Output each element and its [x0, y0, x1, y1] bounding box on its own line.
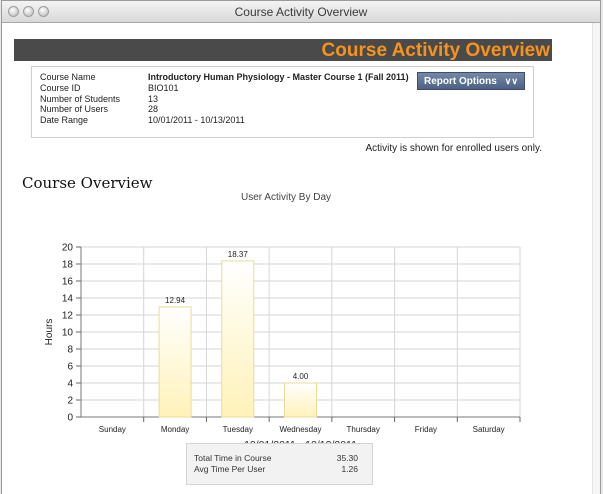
- y-axis-label: Hours: [44, 319, 55, 346]
- num-students-value: 13: [148, 93, 159, 104]
- app-window: Course Activity Overview Course Activity…: [1, 0, 601, 494]
- avg-time-label: Avg Time Per User: [194, 464, 266, 474]
- total-time-label: Total Time in Course: [194, 453, 272, 463]
- date-range-label: Date Range: [40, 115, 89, 126]
- report-header: Course Activity Overview: [14, 39, 552, 61]
- avg-time-row: Avg Time Per User 1.26: [194, 464, 358, 474]
- x-tick-label: Friday: [415, 425, 437, 434]
- y-tick-label: 16: [62, 277, 74, 288]
- x-tick-label: Tuesday: [223, 425, 253, 434]
- y-tick-label: 2: [67, 396, 73, 407]
- y-tick-label: 4: [67, 379, 73, 390]
- y-tick-label: 20: [62, 243, 74, 254]
- user-activity-chart: 0 2 4 6 8 10 12 14 16 18 20 Sunday 12.94 Monday 18.37 T…: [44, 243, 521, 443]
- info-labels: Course Name Course ID Number of Students…: [40, 72, 120, 126]
- y-tick-label: 10: [62, 328, 74, 339]
- bar-value-label: 12.94: [165, 296, 186, 305]
- report-options-label: Report Options: [424, 75, 497, 87]
- section-title: Course Overview: [22, 174, 153, 192]
- course-id-label: Course ID: [40, 82, 81, 93]
- num-users-label: Number of Users: [40, 104, 109, 115]
- x-tick-label: Sunday: [99, 425, 126, 434]
- avg-time-value: 1.26: [341, 464, 358, 474]
- bar-value-label: 18.37: [228, 250, 249, 259]
- report-options-button[interactable]: Report Options ∨∨: [417, 72, 525, 90]
- course-info-panel: Course Name Course ID Number of Students…: [31, 66, 534, 138]
- enrolled-users-notice: Activity is shown for enrolled users onl…: [365, 143, 542, 154]
- y-tick-label: 14: [62, 294, 74, 305]
- time-summary-panel: Total Time in Course 35.30 Avg Time Per …: [186, 443, 373, 485]
- bar-wednesday: [284, 382, 317, 418]
- num-users-value: 28: [148, 104, 159, 115]
- title-bar: Course Activity Overview: [2, 1, 600, 23]
- info-values: Introductory Human Physiology - Master C…: [148, 72, 409, 126]
- x-tick-label: Wednesday: [279, 425, 321, 434]
- x-tick-label: Thursday: [347, 425, 380, 434]
- y-tick-label: 0: [67, 413, 73, 424]
- course-name-label: Course Name: [40, 72, 96, 82]
- x-tick-label: Monday: [161, 425, 189, 434]
- bar-monday: [158, 306, 192, 418]
- window-title: Course Activity Overview: [234, 5, 368, 19]
- y-tick-label: 18: [62, 260, 74, 271]
- course-id-value: BIO101: [148, 82, 179, 93]
- chart-title: User Activity By Day: [240, 192, 332, 203]
- vertical-scrollbar[interactable]: [592, 23, 600, 494]
- num-students-label: Number of Students: [40, 93, 121, 104]
- y-tick-label: 6: [67, 362, 73, 373]
- page-content: Course Activity Overview Course Name Cou…: [2, 23, 600, 494]
- y-tick-label: 12: [62, 311, 74, 322]
- page-title: Course Activity Overview: [321, 40, 550, 61]
- double-chevron-down-icon: ∨∨: [504, 75, 518, 86]
- date-range-value: 10/01/2011 - 10/13/2011: [148, 115, 245, 126]
- course-name-value: Introductory Human Physiology - Master C…: [148, 72, 409, 82]
- total-time-row: Total Time in Course 35.30: [194, 453, 358, 463]
- x-tick-label: Saturday: [473, 425, 505, 434]
- bar-value-label: 4.00: [293, 372, 309, 381]
- total-time-value: 35.30: [336, 453, 358, 463]
- y-tick-label: 8: [67, 345, 73, 356]
- bar-tuesday: [221, 260, 255, 418]
